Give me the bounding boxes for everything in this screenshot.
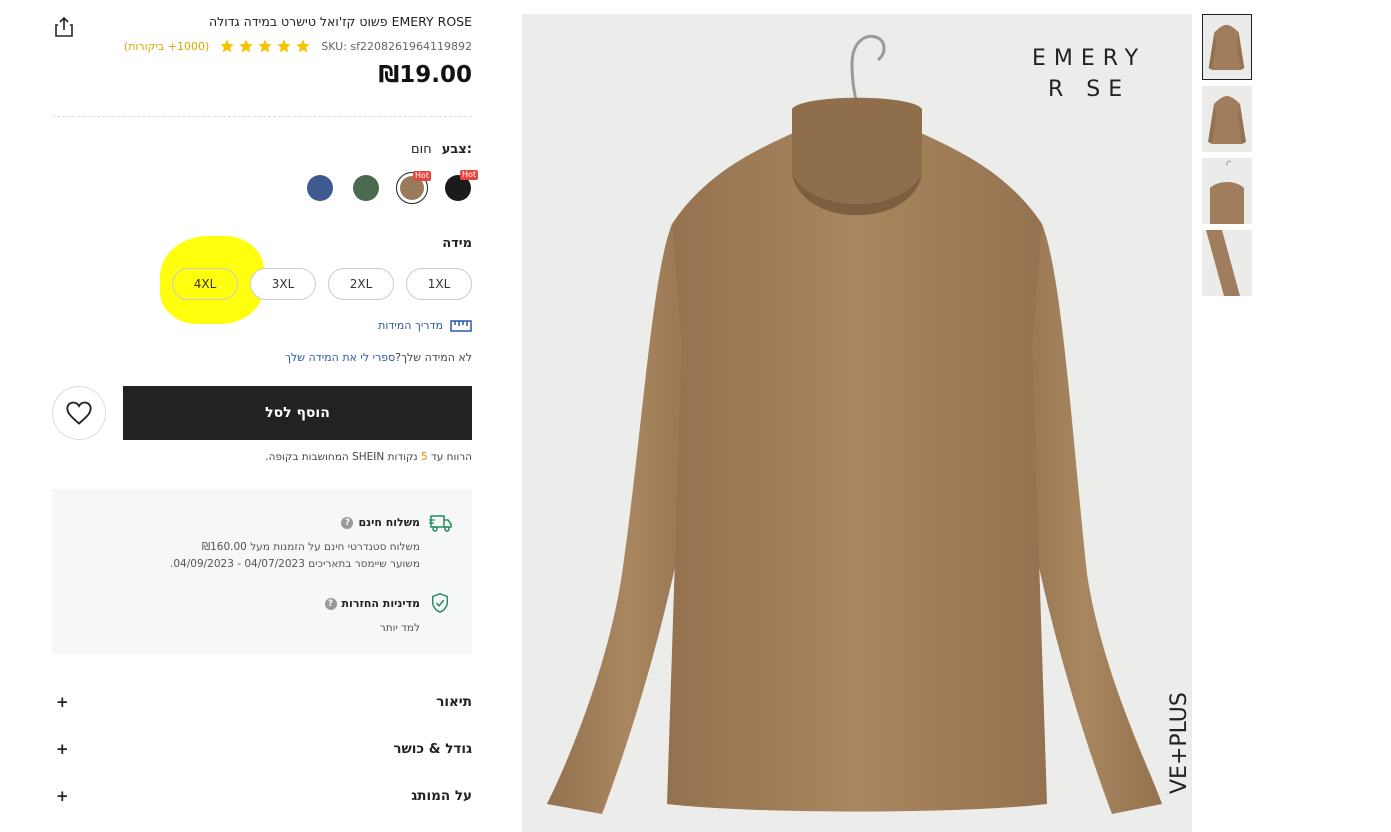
shipping-title-row: משלוח חינם ? bbox=[341, 516, 420, 529]
truck-icon bbox=[429, 515, 452, 532]
reviews-link[interactable]: (1000+ ביקורות) bbox=[124, 40, 209, 53]
points-suffix: נקודות SHEIN המחושבות בקופה. bbox=[265, 451, 418, 463]
size-3xl[interactable]: 3XL bbox=[250, 268, 316, 300]
swatch-brown[interactable]: Hot bbox=[396, 171, 431, 204]
size-guide-label: מדריך המידות bbox=[378, 319, 443, 332]
rating-stars bbox=[219, 38, 311, 54]
size-label: מידה bbox=[442, 236, 472, 251]
share-icon[interactable] bbox=[52, 15, 76, 39]
star-icon bbox=[239, 39, 253, 53]
brand-line-1: EMERY bbox=[1032, 46, 1147, 71]
star-icon bbox=[277, 39, 291, 53]
star-icon bbox=[220, 39, 234, 53]
brand-line-2: R SE bbox=[1047, 77, 1131, 102]
color-label: צבע: bbox=[441, 142, 472, 157]
fit-link[interactable]: ספרי לי את המידה שלך bbox=[285, 351, 395, 364]
brand-logo: EMERY R SE bbox=[1032, 46, 1146, 102]
fit-row: לא המידה שלך?ספרי לי את המידה שלך bbox=[285, 351, 472, 364]
accordion-brand[interactable]: + על המותג bbox=[52, 784, 472, 808]
accordion-label: על המותג bbox=[411, 788, 472, 804]
shipping-line-2: משוער שיימסר בתאריכים 04/07/2023 - 04/09… bbox=[170, 558, 420, 570]
sku-text: SKU: sf2208261964119892 bbox=[321, 39, 472, 53]
size-1xl[interactable]: 1XL bbox=[406, 268, 472, 300]
ruler-icon bbox=[450, 319, 472, 332]
swatch-blue[interactable] bbox=[304, 172, 336, 204]
plus-icon: + bbox=[56, 740, 69, 758]
divider bbox=[52, 116, 472, 117]
accordion-label: תיאור bbox=[436, 694, 472, 710]
help-icon[interactable]: ? bbox=[324, 597, 337, 610]
product-title: EMERY ROSE פשוט קז'ואל טישרט במידה גדולה bbox=[208, 14, 472, 29]
color-swatches: Hot Hot bbox=[304, 170, 478, 204]
plus-icon: + bbox=[56, 693, 69, 711]
swatch-green[interactable] bbox=[350, 172, 382, 204]
product-main-image[interactable]: EMERY R SE VE+PLUS bbox=[522, 14, 1192, 832]
points-prefix: הרווח עד bbox=[430, 451, 472, 463]
size-2xl[interactable]: 2XL bbox=[328, 268, 394, 300]
hot-badge: Hot bbox=[459, 170, 478, 180]
points-count: 5 bbox=[420, 451, 428, 463]
size-4xl[interactable]: 4XL bbox=[172, 268, 238, 300]
star-icon bbox=[258, 39, 272, 53]
shipping-line-1: משלוח סטנדרטי חינם על הזמנות מעל ₪160.00 bbox=[201, 541, 420, 553]
thumbnail[interactable] bbox=[1202, 86, 1252, 152]
returns-title-row: מדיניות החזרות ? bbox=[324, 597, 420, 610]
accordion-label: גודל & כושר bbox=[393, 741, 472, 757]
thumbnail-image bbox=[1206, 230, 1240, 296]
wishlist-button[interactable] bbox=[52, 386, 106, 440]
swatch-black[interactable]: Hot bbox=[442, 170, 478, 204]
hot-badge: Hot bbox=[412, 171, 431, 181]
thumbnail[interactable] bbox=[1202, 230, 1252, 296]
add-to-cart-button[interactable]: הוסף לסל bbox=[123, 386, 472, 440]
thumbnail[interactable] bbox=[1202, 158, 1252, 224]
turtleneck-shirt-image bbox=[547, 34, 1162, 814]
thumbnail-list bbox=[1202, 14, 1252, 296]
heart-icon bbox=[66, 401, 92, 425]
fit-prefix: לא המידה שלך? bbox=[395, 351, 472, 364]
help-icon[interactable]: ? bbox=[341, 516, 354, 529]
product-meta: SKU: sf2208261964119892 (1000+ ביקורות) bbox=[124, 38, 472, 54]
swatch-dot bbox=[353, 175, 379, 201]
returns-title: מדיניות החזרות bbox=[341, 597, 420, 610]
color-label-row: צבע: חום bbox=[411, 142, 472, 157]
plus-icon: + bbox=[56, 787, 69, 805]
price: ₪19.00 bbox=[378, 62, 472, 88]
color-selected: חום bbox=[411, 142, 432, 157]
accordion-size-fit[interactable]: + גודל & כושר bbox=[52, 737, 472, 761]
points-text: הרווח עד 5 נקודות SHEIN המחושבות בקופה. bbox=[265, 451, 472, 463]
shield-check-icon bbox=[431, 593, 449, 613]
size-options: 1XL 2XL 3XL 4XL bbox=[172, 268, 472, 300]
thumbnail-image bbox=[1210, 160, 1244, 224]
shipping-title: משלוח חינם bbox=[358, 516, 420, 529]
learn-more-link[interactable]: למד יותר bbox=[380, 622, 420, 634]
thumbnail[interactable] bbox=[1202, 14, 1252, 80]
star-icon bbox=[296, 39, 310, 53]
thumbnail-image bbox=[1208, 24, 1245, 70]
accordion-description[interactable]: + תיאור bbox=[52, 690, 472, 714]
size-guide-link[interactable]: מדריך המידות bbox=[378, 319, 472, 332]
side-text: VE+PLUS bbox=[1167, 692, 1192, 794]
swatch-dot bbox=[307, 175, 333, 201]
thumbnail-image bbox=[1208, 96, 1246, 144]
